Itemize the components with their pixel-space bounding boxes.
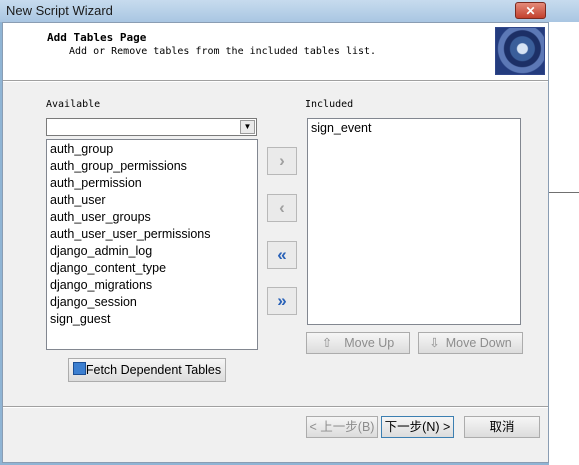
included-label: Included: [305, 99, 354, 110]
double-chevron-right-icon: »: [277, 291, 287, 310]
available-tables-list[interactable]: auth_group auth_group_permissions auth_per…: [46, 139, 258, 350]
table-list-item[interactable]: sign_guest: [47, 311, 257, 328]
remove-all-tables-button[interactable]: «: [267, 241, 297, 269]
table-list-item[interactable]: auth_user: [47, 192, 257, 209]
table-list-item[interactable]: auth_user_groups: [47, 209, 257, 226]
cancel-button[interactable]: 取消: [464, 416, 540, 438]
table-list-item[interactable]: auth_group: [47, 141, 257, 158]
table-list-item[interactable]: django_admin_log: [47, 243, 257, 260]
move-up-button[interactable]: ⇧ Move Up: [306, 332, 410, 354]
next-button[interactable]: 下一步(N) >: [381, 416, 454, 438]
table-list-item[interactable]: django_session: [47, 294, 257, 311]
move-up-label: Move Up: [344, 336, 395, 350]
included-tables-list[interactable]: sign_event: [307, 118, 521, 325]
back-button[interactable]: < 上一步(B): [306, 416, 378, 438]
arrow-up-icon: ⇧: [321, 336, 333, 350]
remove-table-button[interactable]: ‹: [267, 194, 297, 222]
move-down-button[interactable]: ⇩ Move Down: [418, 332, 523, 354]
close-button[interactable]: ✕: [515, 2, 546, 19]
table-list-item[interactable]: auth_group_permissions: [47, 158, 257, 175]
table-list-item[interactable]: auth_permission: [47, 175, 257, 192]
available-filter-combo[interactable]: ▼: [46, 118, 257, 136]
title-bar[interactable]: New Script Wizard ✕: [0, 0, 579, 22]
window-title: New Script Wizard: [6, 3, 113, 18]
wizard-header: Add Tables Page Add or Remove tables fro…: [3, 23, 548, 80]
double-chevron-left-icon: «: [277, 245, 287, 264]
fetch-tables-icon: [72, 362, 86, 375]
background-window-area: [549, 22, 579, 465]
footer-divider: [3, 406, 548, 408]
wizard-client-area: Add Tables Page Add or Remove tables fro…: [2, 22, 549, 463]
table-list-item[interactable]: auth_user_user_permissions: [47, 226, 257, 243]
chevron-down-icon[interactable]: ▼: [240, 120, 255, 134]
combo-value: [47, 121, 50, 135]
page-subtitle: Add or Remove tables from the included t…: [69, 46, 377, 57]
add-all-tables-button[interactable]: »: [267, 287, 297, 315]
table-list-item[interactable]: django_migrations: [47, 277, 257, 294]
available-label: Available: [46, 99, 101, 110]
page-title: Add Tables Page: [47, 31, 147, 44]
background-divider: [549, 192, 579, 193]
wizard-window: New Script Wizard ✕ Add Tables Page Add …: [0, 0, 579, 465]
chevron-right-icon: ›: [279, 151, 285, 170]
move-down-label: Move Down: [445, 336, 512, 350]
arrow-down-icon: ⇩: [429, 336, 440, 350]
gears-banner-icon: [495, 27, 545, 75]
fetch-label: Fetch Dependent Tables: [85, 363, 222, 377]
table-list-item[interactable]: django_content_type: [47, 260, 257, 277]
fetch-dependent-tables-button[interactable]: Fetch Dependent Tables: [68, 358, 226, 382]
chevron-left-icon: ‹: [279, 198, 285, 217]
header-divider: [3, 80, 548, 82]
add-table-button[interactable]: ›: [267, 147, 297, 175]
table-list-item[interactable]: sign_event: [308, 120, 520, 137]
